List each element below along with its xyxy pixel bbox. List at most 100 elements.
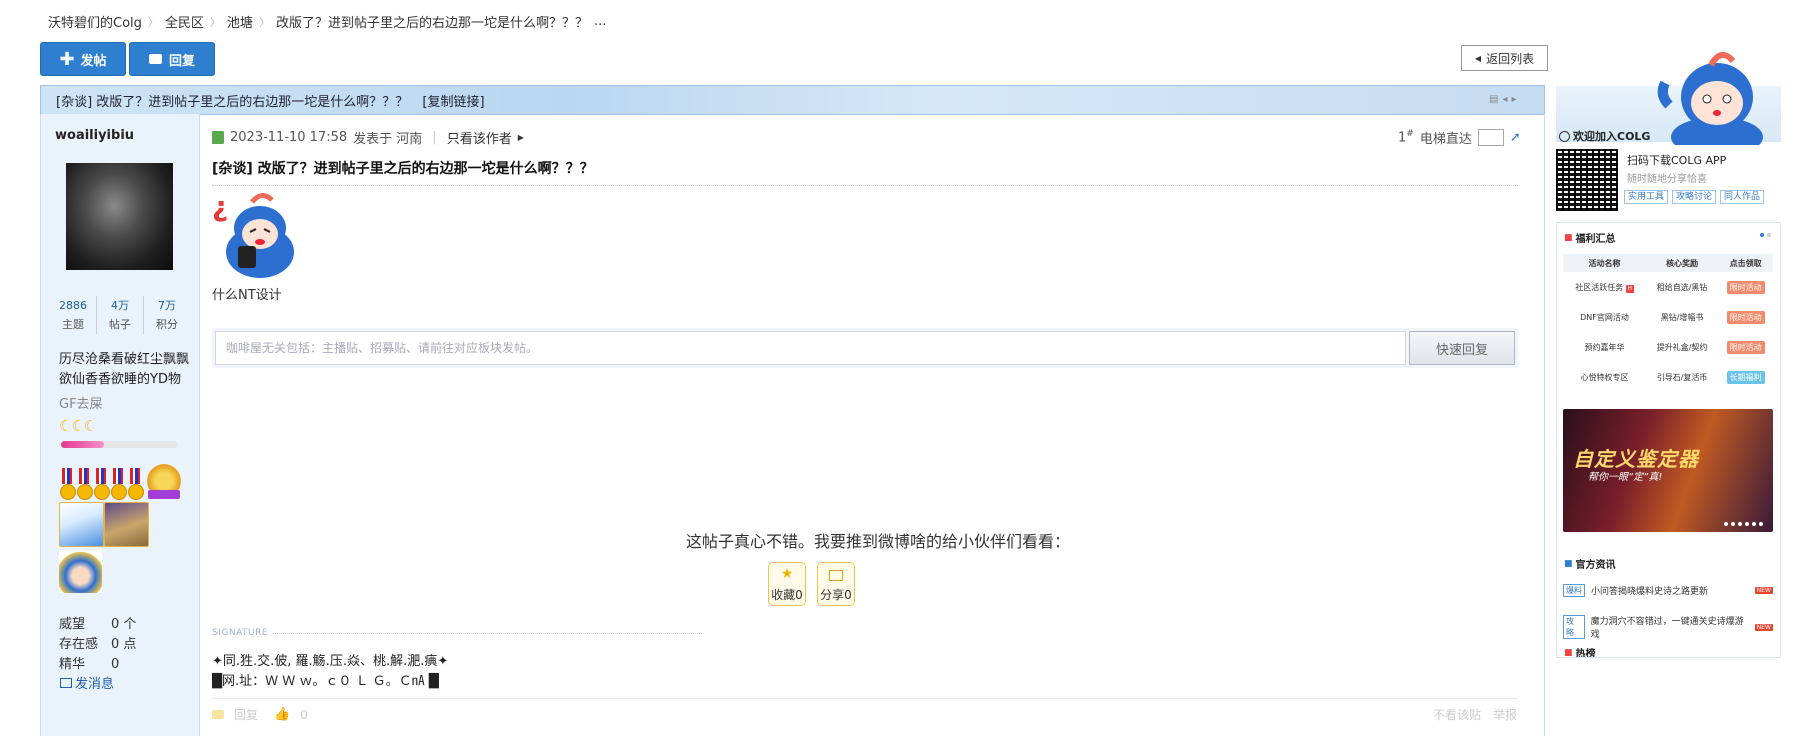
info-essence: 精华 0	[59, 657, 120, 672]
welfare-table: 活动名称 核心奖励 点击领取 社区活跃任务 H 租给自选/黑钻 限时活动 DNF…	[1563, 254, 1773, 392]
app-tag[interactable]: 实用工具	[1624, 190, 1669, 204]
post-actions: 回复 👍 0	[212, 706, 308, 723]
medal-icon[interactable]	[76, 468, 93, 500]
carousel-dots	[1760, 233, 1771, 237]
user-icon	[212, 131, 224, 144]
stat-threads[interactable]: 2886 主题	[50, 296, 97, 334]
post-actions-right: 不看该贴 举报	[1433, 706, 1517, 723]
breadcrumb-more[interactable]: ...	[594, 14, 606, 29]
info-circle-icon	[1559, 130, 1570, 142]
print-icon[interactable]: ▤	[1489, 94, 1498, 105]
star-icon: ★	[780, 566, 794, 582]
post-meta: 2023-11-10 17:58 发表于 河南 | 只看该作者 ▶	[212, 128, 524, 147]
app-tag[interactable]: 同人作品	[1720, 190, 1765, 204]
medal-icon[interactable]	[127, 468, 144, 500]
stat-posts[interactable]: 4万 帖子	[97, 296, 144, 334]
news-type: 攻略	[1563, 615, 1585, 639]
claim-tag[interactable]: 限时活动	[1726, 310, 1765, 324]
app-download-subtitle: 随时随地分享恰喜	[1627, 174, 1707, 185]
medal-list	[59, 462, 184, 500]
carousel-dot[interactable]	[1759, 522, 1763, 526]
table-row[interactable]: 社区活跃任务 H 租给自选/黑钻 限时活动	[1563, 272, 1773, 302]
carousel-dot[interactable]	[1724, 522, 1728, 526]
go-icon[interactable]: ➚	[1510, 130, 1521, 145]
thread-title: [杂谈] 改版了？进到帖子里之后的右边那一坨是什么啊？？？ [复制链接]	[56, 95, 485, 110]
author-badge-image[interactable]	[104, 502, 149, 547]
medal-icon[interactable]	[59, 468, 76, 500]
carousel-dot[interactable]	[1738, 522, 1742, 526]
thumbs-up-icon[interactable]: 👍	[274, 707, 290, 722]
reply-link[interactable]: 回复	[234, 706, 258, 723]
carousel-dot[interactable]	[1767, 233, 1771, 237]
medal-icon[interactable]	[93, 468, 110, 500]
favorite-button[interactable]: ★ 收藏0	[768, 562, 806, 606]
breadcrumb-home[interactable]: 沃特碧们的Colg	[48, 12, 142, 31]
new-post-button[interactable]: ✚ 发帖	[40, 42, 126, 76]
welcome-title: 欢迎加入COLG	[1559, 128, 1650, 144]
plus-icon: ✚	[59, 48, 75, 70]
next-thread-icon[interactable]: ▸	[1511, 94, 1516, 105]
breadcrumb-thread[interactable]: 改版了？进到帖子里之后的右边那一坨是什么啊？？？	[276, 12, 588, 31]
news-text: 小问答揭晓爆料史诗之路更新	[1591, 587, 1709, 597]
thread-tools: ▤ ◂ ▸	[1489, 94, 1517, 105]
author-badge-image[interactable]	[59, 502, 104, 547]
copy-link[interactable]: [复制链接]	[422, 95, 484, 110]
quick-reply-input[interactable]: 咖啡屋无关包括：主播贴、招募贴、请前往对应板块发帖。	[215, 331, 1406, 365]
caret-right-icon: ▶	[517, 133, 524, 142]
hot-badge: H	[1625, 284, 1634, 293]
send-message-link[interactable]: 发消息	[60, 673, 114, 692]
report-link[interactable]: 举报	[1493, 706, 1517, 723]
gift-icon: ■	[1564, 232, 1573, 243]
carousel-dot[interactable]	[1745, 522, 1749, 526]
table-row[interactable]: 预约嘉年华 提升礼盒/契约 限时活动	[1563, 332, 1773, 362]
carousel-dot[interactable]	[1752, 522, 1756, 526]
claim-tag[interactable]: 限时活动	[1726, 280, 1765, 294]
comment-icon	[148, 54, 162, 64]
envelope-icon	[829, 570, 843, 581]
author-name[interactable]: woailiyibiu	[55, 128, 134, 143]
news-item[interactable]: 爆料 小问答揭晓爆料史诗之路更新 NEW	[1563, 584, 1773, 597]
user-group[interactable]: GF去屎	[59, 393, 103, 412]
only-author-link[interactable]: 只看该作者	[447, 128, 512, 147]
table-row[interactable]: 心悦特权专区 引导石/复活币 长期福利	[1563, 362, 1773, 392]
new-badge: NEW	[1754, 623, 1773, 631]
mascot-image	[1657, 52, 1763, 145]
prev-thread-icon[interactable]: ◂	[1502, 94, 1507, 105]
mascot-sticker-image: ¿	[212, 190, 294, 278]
caret-left-icon: ◀	[1474, 53, 1482, 63]
exp-progress-bar	[61, 441, 178, 448]
elevator-input[interactable]	[1477, 129, 1504, 146]
quick-reply-button[interactable]: 快速回复	[1409, 331, 1515, 365]
breadcrumb-forum[interactable]: 池塘	[227, 12, 253, 31]
stat-points[interactable]: 7万 积分	[144, 296, 190, 334]
info-presence: 存在感 0 点	[59, 637, 137, 652]
back-to-list-button[interactable]: ◀ 返回列表	[1461, 45, 1548, 71]
reply-icon	[212, 710, 224, 719]
share-button[interactable]: 分享0	[817, 562, 855, 606]
breadcrumb-zone[interactable]: 全民区	[165, 12, 204, 31]
signature-label: SIGNATURE	[212, 628, 269, 638]
claim-tag[interactable]: 限时活动	[1726, 340, 1765, 354]
signature-line: █网.址：Ｗ Ｗ ｗ。ｃ０ Ｌ Ｇ。Ｃ㎁ █	[212, 674, 439, 689]
avatar[interactable]	[66, 163, 173, 270]
floor-number: 1#	[1398, 129, 1414, 146]
post-time: 2023-11-10 17:58	[230, 130, 348, 145]
app-tags: 实用工具 攻略讨论 同人作品	[1624, 190, 1765, 204]
carousel-dot[interactable]	[1760, 233, 1764, 237]
post-body: 什么NT设计	[212, 288, 282, 303]
carousel-dot[interactable]	[1731, 522, 1735, 526]
medal-icon[interactable]	[110, 468, 127, 500]
table-row[interactable]: DNF官网活动 黑钻/增幅书 限时活动	[1563, 302, 1773, 332]
claim-tag[interactable]: 长期福利	[1726, 370, 1765, 384]
news-type: 爆料	[1563, 584, 1585, 597]
like-count: 0	[300, 707, 308, 722]
hide-thread-link[interactable]: 不看该贴	[1433, 706, 1481, 723]
banner-dots	[1724, 522, 1763, 526]
breadcrumb: 沃特碧们的Colg 〉 全民区 〉 池塘 〉 改版了？进到帖子里之后的右边那一坨…	[48, 12, 606, 31]
app-tag[interactable]: 攻略讨论	[1672, 190, 1717, 204]
app-download-title[interactable]: 扫码下载COLG APP	[1627, 152, 1726, 168]
author-badge-image[interactable]	[59, 550, 102, 593]
news-item[interactable]: 攻略 魔力洞穴不容错过，一键通关史诗爆游戏 NEW	[1563, 614, 1773, 640]
anniversary-badge-icon[interactable]	[144, 462, 184, 500]
reply-button[interactable]: 回复	[129, 42, 215, 76]
